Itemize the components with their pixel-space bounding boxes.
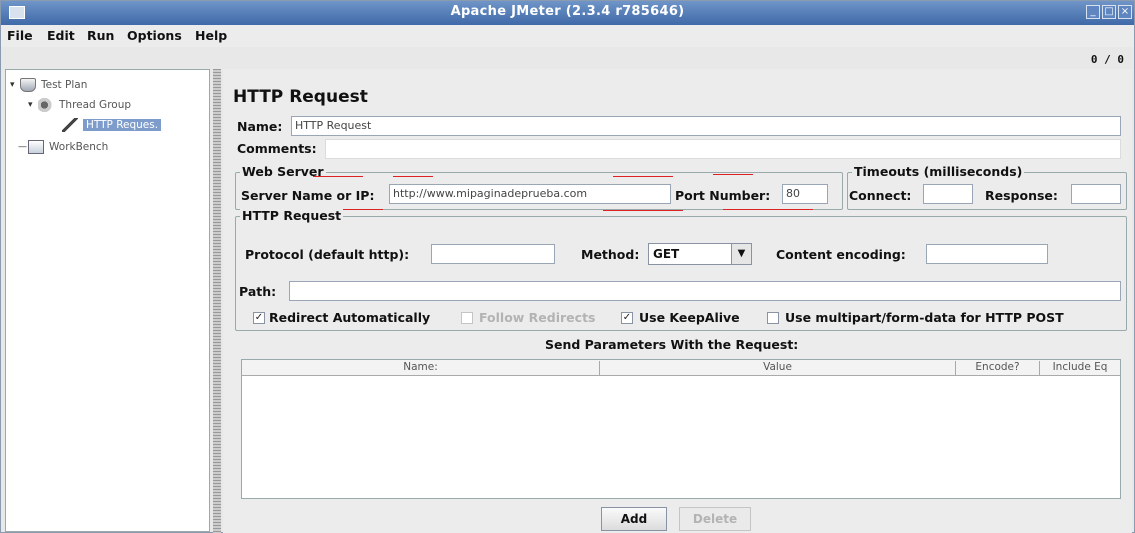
name-label: Name:	[237, 119, 283, 134]
response-label: Response:	[985, 188, 1058, 203]
timeouts-legend: Timeouts (milliseconds)	[852, 164, 1025, 179]
use-keepalive-label: Use KeepAlive	[639, 310, 740, 325]
thread-counter: 0 / 0	[1090, 53, 1124, 66]
multipart-checkbox[interactable]	[767, 312, 779, 324]
http-request-legend: HTTP Request	[240, 208, 344, 223]
annotation-mark	[613, 176, 673, 177]
port-number-field[interactable]: 80	[782, 184, 828, 204]
protocol-label: Protocol (default http):	[245, 247, 410, 262]
add-button[interactable]: Add	[601, 507, 667, 531]
split-pane-divider[interactable]	[213, 69, 221, 533]
use-keepalive-checkbox[interactable]: ✓	[621, 312, 633, 324]
expand-icon[interactable]: ▾	[28, 100, 38, 110]
params-title: Send Parameters With the Request:	[545, 337, 799, 352]
menu-bar: File Edit Run Options Help	[1, 25, 1134, 47]
comments-label: Comments:	[237, 141, 317, 156]
table-header: Name: Value Encode? Include Eq	[242, 360, 1120, 376]
follow-redirects-label: Follow Redirects	[479, 310, 596, 325]
expand-icon[interactable]: ▾	[10, 80, 20, 90]
pipette-icon	[62, 118, 78, 132]
parameters-table[interactable]: Name: Value Encode? Include Eq	[241, 359, 1121, 499]
name-field[interactable]: HTTP Request	[291, 116, 1121, 136]
delete-button[interactable]: Delete	[679, 507, 751, 531]
path-field[interactable]	[289, 281, 1121, 301]
connect-label: Connect:	[849, 188, 912, 203]
tree-node-test-plan[interactable]: ▾ Test Plan	[10, 76, 87, 94]
column-header-name[interactable]: Name:	[242, 361, 600, 375]
maximize-icon[interactable]: □	[1102, 5, 1116, 19]
window-title: Apache JMeter (2.3.4 r785646)	[450, 4, 685, 19]
tree-node-thread-group[interactable]: ▾ Thread Group	[28, 96, 131, 114]
annotation-mark	[313, 176, 363, 177]
menu-file[interactable]: File	[7, 28, 33, 43]
column-header-value[interactable]: Value	[600, 361, 956, 375]
tree-node-label: Thread Group	[59, 99, 132, 111]
content-encoding-field[interactable]	[926, 244, 1048, 264]
menu-help[interactable]: Help	[195, 28, 227, 43]
gears-icon	[38, 98, 54, 112]
annotation-mark	[723, 209, 813, 210]
content-encoding-label: Content encoding:	[776, 247, 906, 262]
annotation-mark	[713, 174, 753, 175]
http-request-panel: HTTP Request Name: HTTP Request Comments…	[223, 69, 1132, 533]
annotation-mark	[603, 210, 683, 211]
column-header-encode[interactable]: Encode?	[956, 361, 1040, 375]
tree-node-label: Test Plan	[41, 79, 88, 91]
follow-redirects-checkbox[interactable]	[461, 312, 473, 324]
jmeter-window: Apache JMeter (2.3.4 r785646) _ □ × File…	[0, 0, 1135, 533]
page-title: HTTP Request	[233, 87, 368, 107]
tree-node-http-request[interactable]: HTTP Reques.	[62, 116, 162, 134]
tree-node-workbench[interactable]: — WorkBench	[18, 138, 108, 156]
server-name-field[interactable]: http://www.mipaginadeprueba.com	[389, 184, 671, 204]
close-icon[interactable]: ×	[1118, 5, 1132, 19]
minimize-icon[interactable]: _	[1086, 5, 1100, 19]
workbench-icon	[28, 140, 44, 154]
method-label: Method:	[581, 247, 640, 262]
redirect-automatically-label: Redirect Automatically	[269, 310, 431, 325]
title-bar: Apache JMeter (2.3.4 r785646) _ □ ×	[1, 1, 1134, 25]
column-header-include-equals[interactable]: Include Eq	[1040, 361, 1120, 375]
protocol-field[interactable]	[431, 244, 555, 264]
server-name-label: Server Name or IP:	[241, 188, 375, 203]
method-value: GET	[653, 247, 680, 261]
port-number-label: Port Number:	[675, 188, 771, 203]
response-timeout-field[interactable]	[1071, 184, 1121, 204]
multipart-label: Use multipart/form-data for HTTP POST	[785, 310, 1064, 325]
redirect-automatically-checkbox[interactable]: ✓	[253, 312, 265, 324]
comments-field[interactable]	[325, 139, 1121, 159]
flask-icon	[20, 78, 36, 92]
chevron-down-icon[interactable]: ▼	[731, 244, 751, 264]
annotation-mark	[393, 176, 433, 177]
menu-edit[interactable]: Edit	[47, 28, 75, 43]
menu-run[interactable]: Run	[87, 28, 114, 43]
test-plan-tree[interactable]: ▾ Test Plan ▾ Thread Group HTTP Reques. …	[5, 69, 210, 532]
tree-node-label: HTTP Reques.	[83, 119, 162, 131]
menu-options[interactable]: Options	[127, 28, 182, 43]
method-select[interactable]: GET ▼	[648, 243, 752, 265]
path-label: Path:	[239, 284, 277, 299]
tree-node-label: WorkBench	[49, 141, 109, 153]
connect-timeout-field[interactable]	[923, 184, 973, 204]
